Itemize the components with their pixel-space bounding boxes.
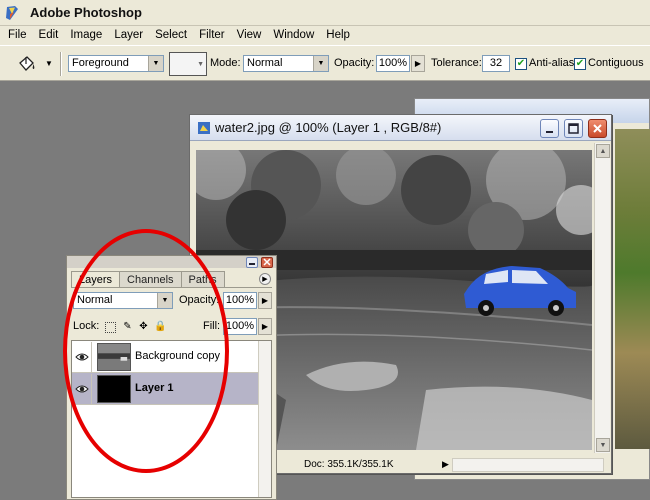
opacity-label: Opacity:: [334, 57, 375, 69]
lock-position-move-icon[interactable]: ✥: [138, 321, 149, 332]
menu-layer[interactable]: Layer: [108, 26, 149, 45]
panel-minimize-button[interactable]: [246, 257, 258, 268]
maximize-icon: [568, 123, 579, 134]
tolerance-field[interactable]: 32: [482, 55, 510, 72]
mode-select[interactable]: Normal ▼: [243, 55, 329, 72]
blend-mode-value: Normal: [77, 294, 113, 306]
layers-list: Background copy Layer 1: [71, 340, 272, 498]
close-icon: [263, 258, 271, 266]
layer-opacity-field[interactable]: 100%: [223, 292, 257, 309]
lock-label: Lock:: [73, 320, 100, 332]
fill-source-value: Foreground: [72, 57, 129, 69]
scroll-up-icon[interactable]: ▲: [596, 144, 610, 158]
fill-source-select[interactable]: Foreground ▼: [68, 55, 164, 72]
layer-name: Layer 1: [135, 382, 174, 394]
vertical-scrollbar[interactable]: ▲ ▼: [594, 143, 610, 453]
tolerance-label: Tolerance:: [431, 57, 482, 69]
opacity-slider-button[interactable]: ▶: [411, 55, 425, 72]
chevron-down-icon: ▼: [148, 56, 163, 71]
tab-layers[interactable]: Layers: [71, 271, 121, 287]
layer-opacity-slider-button[interactable]: ▶: [258, 292, 272, 309]
menu-select[interactable]: Select: [149, 26, 193, 45]
scroll-down-icon[interactable]: ▼: [596, 438, 610, 452]
tool-preset-dropdown-icon[interactable]: ▼: [45, 59, 53, 68]
background-document-canvas[interactable]: [615, 129, 650, 449]
layers-panel: Layers Channels Paths ▶ Normal ▼ Opacity…: [66, 255, 277, 500]
pattern-picker[interactable]: ▼: [169, 52, 207, 76]
opacity-field[interactable]: 100%: [376, 55, 410, 72]
document-titlebar[interactable]: water2.jpg @ 100% (Layer 1 , RGB/8#): [190, 115, 611, 141]
layers-scrollbar[interactable]: [258, 341, 271, 497]
minimize-icon: [249, 263, 255, 265]
layer-thumbnail: [97, 375, 131, 403]
app-title: Adobe Photoshop: [30, 5, 142, 20]
menu-filter[interactable]: Filter: [193, 26, 231, 45]
panel-header[interactable]: [67, 256, 276, 268]
close-icon: [593, 124, 602, 133]
panel-tabs: Layers Channels Paths: [71, 271, 225, 287]
fill-field[interactable]: 100%: [223, 318, 257, 335]
fill-slider-button[interactable]: ▶: [258, 318, 272, 335]
paint-bucket-icon[interactable]: [16, 54, 38, 74]
lock-paint-brush-icon[interactable]: ✎: [122, 321, 133, 332]
menu-window[interactable]: Window: [267, 26, 320, 45]
contiguous-checkbox[interactable]: ✔: [574, 58, 586, 70]
menu-view[interactable]: View: [231, 26, 268, 45]
chevron-down-icon: ▼: [197, 61, 204, 68]
lock-transparency-icon[interactable]: [105, 322, 116, 333]
document-icon: [198, 122, 210, 134]
menu-help[interactable]: Help: [320, 26, 356, 45]
photoshop-logo-icon: [6, 5, 18, 20]
panel-close-button[interactable]: [261, 257, 273, 268]
mode-value: Normal: [247, 57, 283, 69]
status-menu-arrow-icon[interactable]: ▶: [442, 459, 449, 470]
layer-thumbnail: [97, 343, 131, 371]
panel-menu-button[interactable]: ▶: [259, 273, 271, 285]
menu-file[interactable]: File: [2, 26, 33, 45]
layer-row-background-copy[interactable]: Background copy: [72, 341, 259, 373]
chevron-down-icon: ▼: [313, 56, 328, 71]
menu-edit[interactable]: Edit: [33, 26, 65, 45]
tab-channels[interactable]: Channels: [119, 271, 182, 287]
lock-all-padlock-icon[interactable]: 🔒: [154, 321, 166, 332]
contiguous-label: Contiguous: [588, 57, 644, 69]
shore-reflection: [416, 386, 592, 450]
maximize-button[interactable]: [564, 119, 583, 138]
layers-panel-body: Normal ▼ Opacity: 100% ▶ Lock: ✎ ✥ 🔒 Fil…: [71, 287, 272, 498]
close-button[interactable]: [588, 119, 607, 138]
separator: [60, 52, 62, 76]
visibility-eye-icon[interactable]: [73, 374, 92, 404]
blend-mode-select[interactable]: Normal ▼: [73, 292, 173, 309]
antialias-checkbox[interactable]: ✔: [515, 58, 527, 70]
tab-paths[interactable]: Paths: [180, 271, 225, 287]
layer-opacity-label: Opacity:: [179, 294, 220, 306]
layer-row-layer-1[interactable]: Layer 1: [72, 373, 259, 405]
chevron-down-icon: ▼: [157, 293, 172, 308]
mode-label: Mode:: [210, 57, 241, 69]
horizontal-scrollbar[interactable]: [452, 458, 604, 472]
menubar: File Edit Image Layer Select Filter View…: [0, 26, 650, 45]
visibility-eye-icon[interactable]: [73, 342, 92, 372]
antialias-label: Anti-alias: [529, 57, 575, 69]
minimize-button[interactable]: [540, 119, 559, 138]
document-title: water2.jpg @ 100% (Layer 1 , RGB/8#): [215, 120, 442, 135]
layer-name: Background copy: [135, 350, 220, 362]
fill-label: Fill:: [203, 320, 221, 332]
minimize-icon: [546, 131, 553, 133]
menu-image[interactable]: Image: [64, 26, 108, 45]
tool-options-bar: ▼ Foreground ▼ ▼ Mode: Normal ▼ Opacity:…: [0, 45, 650, 81]
document-size-status: Doc: 355.1K/355.1K: [304, 459, 394, 470]
app-titlebar: Adobe Photoshop: [0, 0, 650, 26]
